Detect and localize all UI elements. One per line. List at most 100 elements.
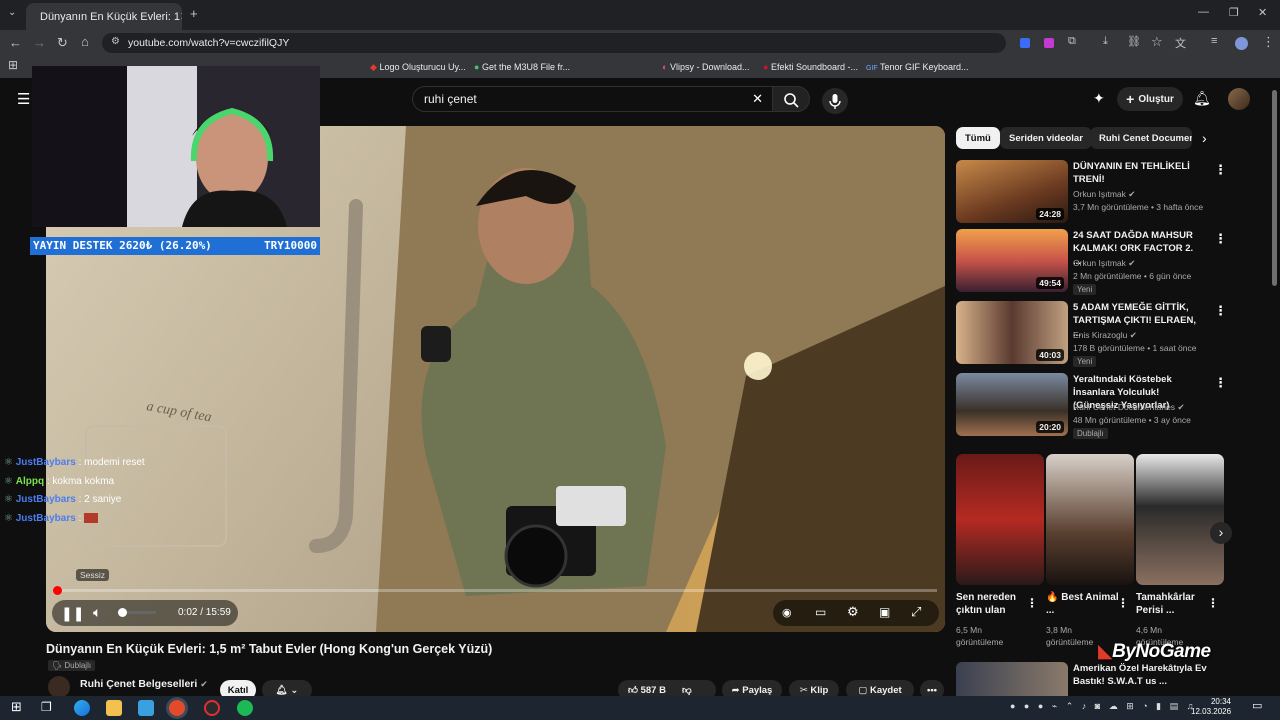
video-thumbnail[interactable]: 49:54	[956, 229, 1068, 292]
restore-icon[interactable]: ❐	[1229, 6, 1239, 19]
search-input[interactable]: ruhi çenet ✕	[412, 86, 774, 112]
progress-bar[interactable]	[53, 586, 937, 595]
related-channel[interactable]: Ruhi Cenet Documentaries ✔	[1073, 402, 1185, 413]
minimize-icon[interactable]: —	[1198, 6, 1209, 18]
notification-center-icon[interactable]: ▭	[1252, 699, 1262, 712]
chip-series[interactable]: Seriden videolar	[1000, 127, 1092, 149]
create-button[interactable]: + Oluştur	[1117, 87, 1183, 111]
extension-icon[interactable]	[1020, 38, 1030, 48]
download-icon[interactable]: ⤓	[1103, 35, 1108, 48]
short-thumbnail[interactable]	[956, 454, 1044, 585]
more-options-icon[interactable]: ⋮	[1214, 375, 1227, 391]
bookmark-item[interactable]: ◐ Vlipsy - Download...	[662, 62, 750, 72]
volume-slider[interactable]	[118, 608, 156, 617]
windows-start-icon[interactable]: ⊞	[11, 699, 22, 715]
edge-browser-icon[interactable]	[74, 700, 90, 716]
related-channel[interactable]: Orkun Işıtmak ✔	[1073, 258, 1135, 269]
tray-icons[interactable]: ● ● ● ⌁ ⌃ ♪ ◙ ☁ ⊞ ◔ ▮ ▤ ♫	[1010, 701, 1196, 711]
short-title[interactable]: 🔥 Best Animal ...	[1046, 591, 1124, 617]
bookmark-item[interactable]: ● Efekti Soundboard -...	[763, 62, 858, 72]
forward-icon[interactable]: →	[33, 35, 46, 50]
pause-icon[interactable]: ❚❚	[61, 605, 84, 622]
page-scrollbar[interactable]	[1272, 90, 1277, 286]
channel-avatar[interactable]	[48, 676, 70, 698]
account-avatar[interactable]	[1228, 88, 1250, 110]
related-video[interactable]: 49:54 24 SAAT DAĞDA MAHSUR KALMAK! ORK F…	[956, 229, 1266, 295]
related-title[interactable]: DÜNYANIN EN TEHLİKELİ TRENİ!	[1073, 160, 1203, 186]
menu-kebab-icon[interactable]: ⋮	[1262, 34, 1275, 50]
spotify-icon[interactable]	[237, 700, 253, 716]
bookmark-item[interactable]: GIF Tenor GIF Keyboard...	[866, 62, 969, 72]
related-title[interactable]: Amerikan Özel Harekâtıyla Ev Bastık! S.W…	[1073, 662, 1223, 688]
chips-next-chevron-icon[interactable]: ›	[1202, 130, 1207, 146]
more-options-icon[interactable]: ⋮	[1026, 596, 1038, 610]
new-tab-icon[interactable]: +	[190, 6, 198, 21]
thumbs-up-icon[interactable]: 👍︎	[628, 684, 638, 696]
related-video[interactable]: 40:03 5 ADAM YEMEĞE GİTTİK, TARTIŞMA ÇIK…	[956, 301, 1266, 367]
fullscreen-icon[interactable]: ⤢	[911, 604, 921, 620]
related-channel[interactable]: Enis Kirazoglu ✔	[1073, 330, 1137, 341]
more-options-icon[interactable]: ⋮	[1117, 596, 1129, 610]
favorites-icon[interactable]: ☆	[1151, 34, 1163, 50]
media-icon[interactable]: ≡	[1211, 35, 1217, 47]
tab-close-icon[interactable]: ✕	[180, 10, 182, 23]
volume-knob[interactable]	[118, 608, 127, 617]
settings-gear-icon[interactable]: ⚙	[847, 604, 859, 620]
chip-all[interactable]: Tümü	[956, 127, 1000, 149]
link-icon[interactable]: ⛓	[1127, 35, 1141, 48]
file-explorer-icon[interactable]	[106, 700, 122, 716]
more-options-icon[interactable]: ⋮	[1214, 162, 1227, 178]
gemini-sparkle-icon[interactable]: ✦	[1093, 90, 1105, 107]
volume-icon[interactable]: 🔈︎	[93, 604, 101, 621]
site-settings-icon[interactable]: ⚙	[111, 36, 120, 47]
channel-name[interactable]: Ruhi Çenet Belgeselleri ✔	[80, 678, 208, 690]
related-video[interactable]: 24:28 DÜNYANIN EN TEHLİKELİ TRENİ! Orkun…	[956, 160, 1266, 224]
short-title[interactable]: Tamahkârlar Perisi ...	[1136, 591, 1214, 617]
shorts-next-icon[interactable]: ›	[1210, 522, 1232, 544]
back-icon[interactable]: ←	[9, 35, 22, 50]
short-title[interactable]: Sen nereden çıktın ulan	[956, 591, 1034, 617]
video-thumbnail[interactable]: 20:20	[956, 373, 1068, 436]
voice-search-button[interactable]	[822, 88, 848, 114]
extensions-puzzle-icon[interactable]: ⧉	[1068, 35, 1076, 48]
home-icon[interactable]: ⌂	[81, 34, 89, 49]
store-icon[interactable]	[138, 700, 154, 716]
hamburger-menu-icon[interactable]: ☰	[17, 90, 30, 108]
reload-icon[interactable]: ↻	[57, 35, 68, 51]
url-bar[interactable]: ⚙ youtube.com/watch?v=cwczifilQJY	[102, 33, 1006, 53]
video-thumbnail[interactable]: 40:03	[956, 301, 1068, 364]
short-thumbnail[interactable]	[1046, 454, 1134, 585]
subtitles-icon[interactable]: ▭	[815, 605, 826, 619]
taskbar-clock[interactable]: 20:34 12.03.2026	[1191, 697, 1231, 717]
chip-channel[interactable]: Ruhi Cenet Document	[1090, 127, 1192, 149]
clear-search-icon[interactable]: ✕	[752, 91, 763, 107]
apps-grid-icon[interactable]: ⊞	[8, 58, 18, 72]
more-options-icon[interactable]: ⋮	[1214, 231, 1227, 247]
thumbs-down-icon[interactable]: 👎︎	[682, 684, 692, 696]
bookmark-item[interactable]: ◆ Logo Oluşturucu Uy...	[370, 62, 466, 73]
system-tray[interactable]: ● ● ● ⌁ ⌃ ♪ ◙ ☁ ⊞ ◔ ▮ ▤ ♫	[1010, 701, 1196, 712]
profile-avatar-icon[interactable]	[1235, 37, 1248, 50]
theater-mode-icon[interactable]: ▣	[879, 605, 890, 619]
search-button[interactable]	[772, 86, 810, 112]
obs-icon[interactable]	[204, 700, 220, 716]
progress-scrubber[interactable]	[53, 586, 62, 595]
related-channel[interactable]: Orkun Işıtmak ✔	[1073, 189, 1135, 200]
more-options-icon[interactable]: ⋮	[1207, 596, 1219, 610]
extension-icon[interactable]	[1044, 38, 1054, 48]
translate-icon[interactable]: 文	[1175, 35, 1186, 51]
browser-tab[interactable]: Dünyanın En Küçük Evleri: 1 ✕	[26, 3, 182, 30]
chrome-icon[interactable]	[169, 700, 185, 716]
video-thumbnail[interactable]	[956, 662, 1068, 696]
autoplay-toggle-icon[interactable]: ◉	[782, 606, 792, 619]
tab-search-chevron-icon[interactable]: ⌄	[8, 7, 16, 18]
related-video[interactable]: 20:20 Yeraltındaki Köstebek İnsanlara Yo…	[956, 373, 1266, 439]
bookmark-item[interactable]: ● Get the M3U8 File fr...	[474, 62, 570, 72]
window-close-icon[interactable]: ✕	[1258, 6, 1267, 19]
more-options-icon[interactable]: ⋮	[1214, 303, 1227, 319]
short-thumbnail[interactable]	[1136, 454, 1224, 585]
task-view-icon[interactable]: ❐	[41, 700, 52, 714]
chat-message: ⚛ JustBaybars : modemi reset	[4, 457, 145, 468]
video-thumbnail[interactable]: 24:28	[956, 160, 1068, 223]
notifications-bell-icon[interactable]: 🔔︎	[1193, 90, 1211, 107]
